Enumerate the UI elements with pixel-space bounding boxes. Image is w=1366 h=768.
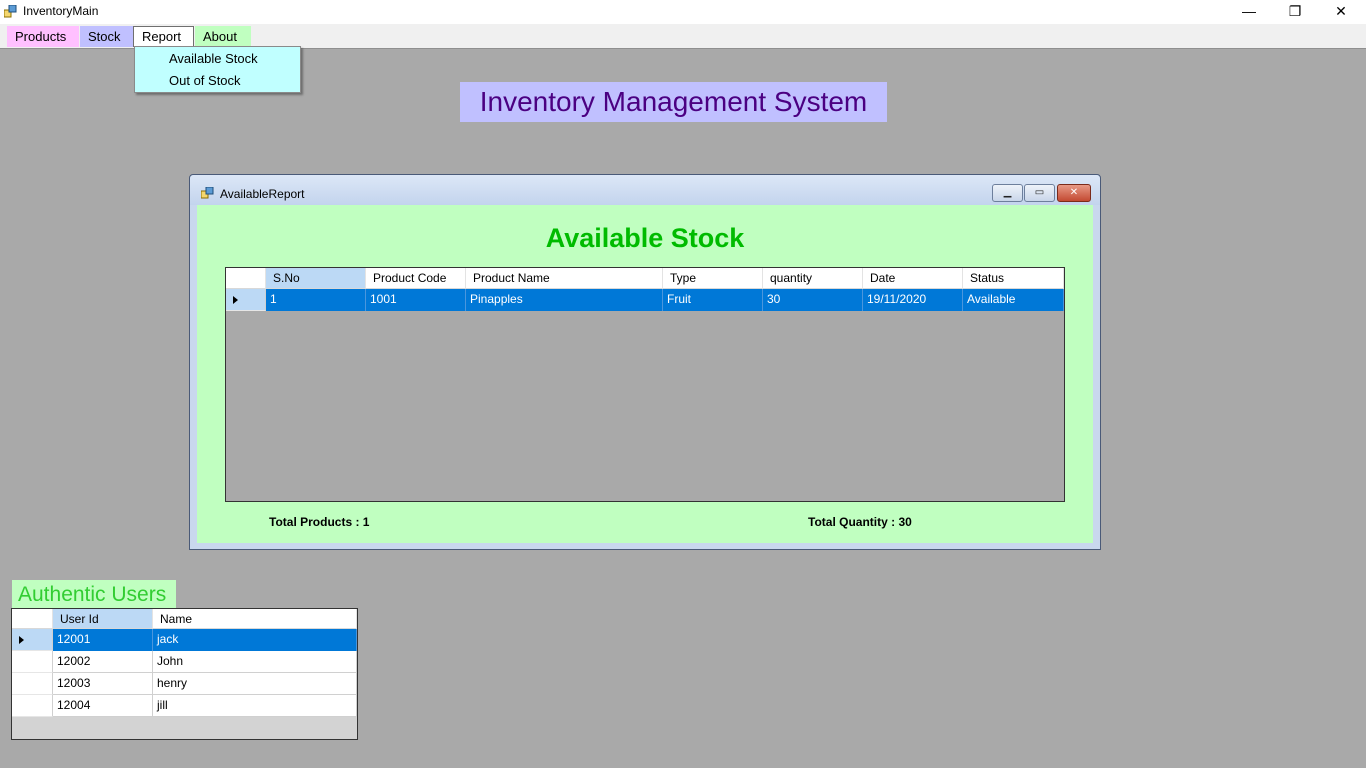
grid-header-row: User Id Name: [12, 609, 357, 629]
report-dropdown-menu: Available Stock Out of Stock: [134, 46, 301, 93]
table-row[interactable]: 12002 John: [12, 651, 357, 673]
current-row-arrow-icon: [19, 636, 24, 644]
menu-item-available-stock[interactable]: Available Stock: [169, 51, 258, 66]
row-header[interactable]: [12, 629, 53, 651]
row-header-corner: [226, 268, 266, 289]
cell-user-id[interactable]: 12003: [53, 673, 153, 695]
cell-name[interactable]: John: [153, 651, 357, 673]
title-bar: InventoryMain — ❐ ✕: [0, 0, 1366, 24]
child-minimize-button[interactable]: ▁: [992, 184, 1023, 202]
cell-user-id[interactable]: 12001: [53, 629, 153, 651]
cell-user-id[interactable]: 12004: [53, 695, 153, 717]
mdi-client-area: Inventory Management System AvailableRep…: [0, 48, 1366, 768]
close-button[interactable]: ✕: [1318, 0, 1364, 24]
table-row[interactable]: 12003 henry: [12, 673, 357, 695]
cell-quantity[interactable]: 30: [763, 289, 863, 311]
available-report-window: AvailableReport ▁ ▭ ✕ Available Stock S.…: [189, 174, 1101, 550]
cell-name[interactable]: jill: [153, 695, 357, 717]
column-header-user-id[interactable]: User Id: [53, 609, 153, 629]
column-header-quantity[interactable]: quantity: [763, 268, 863, 289]
cell-sno[interactable]: 1: [266, 289, 366, 311]
column-header-product-name[interactable]: Product Name: [466, 268, 663, 289]
menu-stock[interactable]: Stock: [80, 26, 133, 47]
child-close-button[interactable]: ✕: [1057, 184, 1091, 202]
total-products: Total Products : 1: [269, 515, 370, 529]
child-title-bar[interactable]: AvailableReport ▁ ▭ ✕: [190, 175, 1100, 205]
app-icon: [4, 5, 17, 18]
cell-product-code[interactable]: 1001: [366, 289, 466, 311]
cell-date[interactable]: 19/11/2020: [863, 289, 963, 311]
row-header[interactable]: [226, 289, 266, 311]
column-header-date[interactable]: Date: [863, 268, 963, 289]
window-title: InventoryMain: [23, 4, 99, 18]
report-heading: Available Stock: [545, 223, 745, 253]
cell-name[interactable]: henry: [153, 673, 357, 695]
child-window-title: AvailableReport: [220, 187, 305, 201]
restore-button[interactable]: ❐: [1272, 0, 1318, 24]
table-row[interactable]: 12001 jack: [12, 629, 357, 651]
row-header[interactable]: [12, 695, 53, 717]
grid-empty-area: [12, 717, 357, 739]
table-row[interactable]: 1 1001 Pinapples Fruit 30 19/11/2020 Ava…: [226, 289, 1064, 311]
total-quantity: Total Quantity : 30: [808, 515, 912, 529]
row-header-corner: [12, 609, 53, 629]
column-header-status[interactable]: Status: [963, 268, 1064, 289]
cell-status[interactable]: Available: [963, 289, 1064, 311]
menu-about[interactable]: About: [195, 26, 251, 47]
column-header-sno[interactable]: S.No: [266, 268, 366, 289]
current-row-arrow-icon: [233, 296, 238, 304]
column-header-type[interactable]: Type: [663, 268, 763, 289]
report-panel: Available Stock S.No Product Code Produc…: [197, 205, 1093, 543]
stock-grid[interactable]: S.No Product Code Product Name Type quan…: [225, 267, 1065, 502]
cell-product-name[interactable]: Pinapples: [466, 289, 663, 311]
menu-products[interactable]: Products: [7, 26, 79, 47]
users-label: Authentic Users: [12, 580, 176, 610]
cell-type[interactable]: Fruit: [663, 289, 763, 311]
menu-bar: Products Stock Report About: [0, 24, 1366, 48]
app-icon: [201, 187, 214, 199]
minimize-button[interactable]: —: [1226, 0, 1272, 24]
column-header-name[interactable]: Name: [153, 609, 357, 629]
row-header[interactable]: [12, 651, 53, 673]
page-title: Inventory Management System: [460, 82, 887, 122]
cell-user-id[interactable]: 12002: [53, 651, 153, 673]
table-row[interactable]: 12004 jill: [12, 695, 357, 717]
row-header[interactable]: [12, 673, 53, 695]
menu-report[interactable]: Report: [133, 26, 194, 47]
grid-header-row: S.No Product Code Product Name Type quan…: [226, 268, 1064, 289]
menu-item-out-of-stock[interactable]: Out of Stock: [169, 73, 241, 88]
users-grid[interactable]: User Id Name 12001 jack 12002 John 12003…: [11, 608, 358, 740]
child-maximize-button[interactable]: ▭: [1024, 184, 1055, 202]
column-header-product-code[interactable]: Product Code: [366, 268, 466, 289]
cell-name[interactable]: jack: [153, 629, 357, 651]
